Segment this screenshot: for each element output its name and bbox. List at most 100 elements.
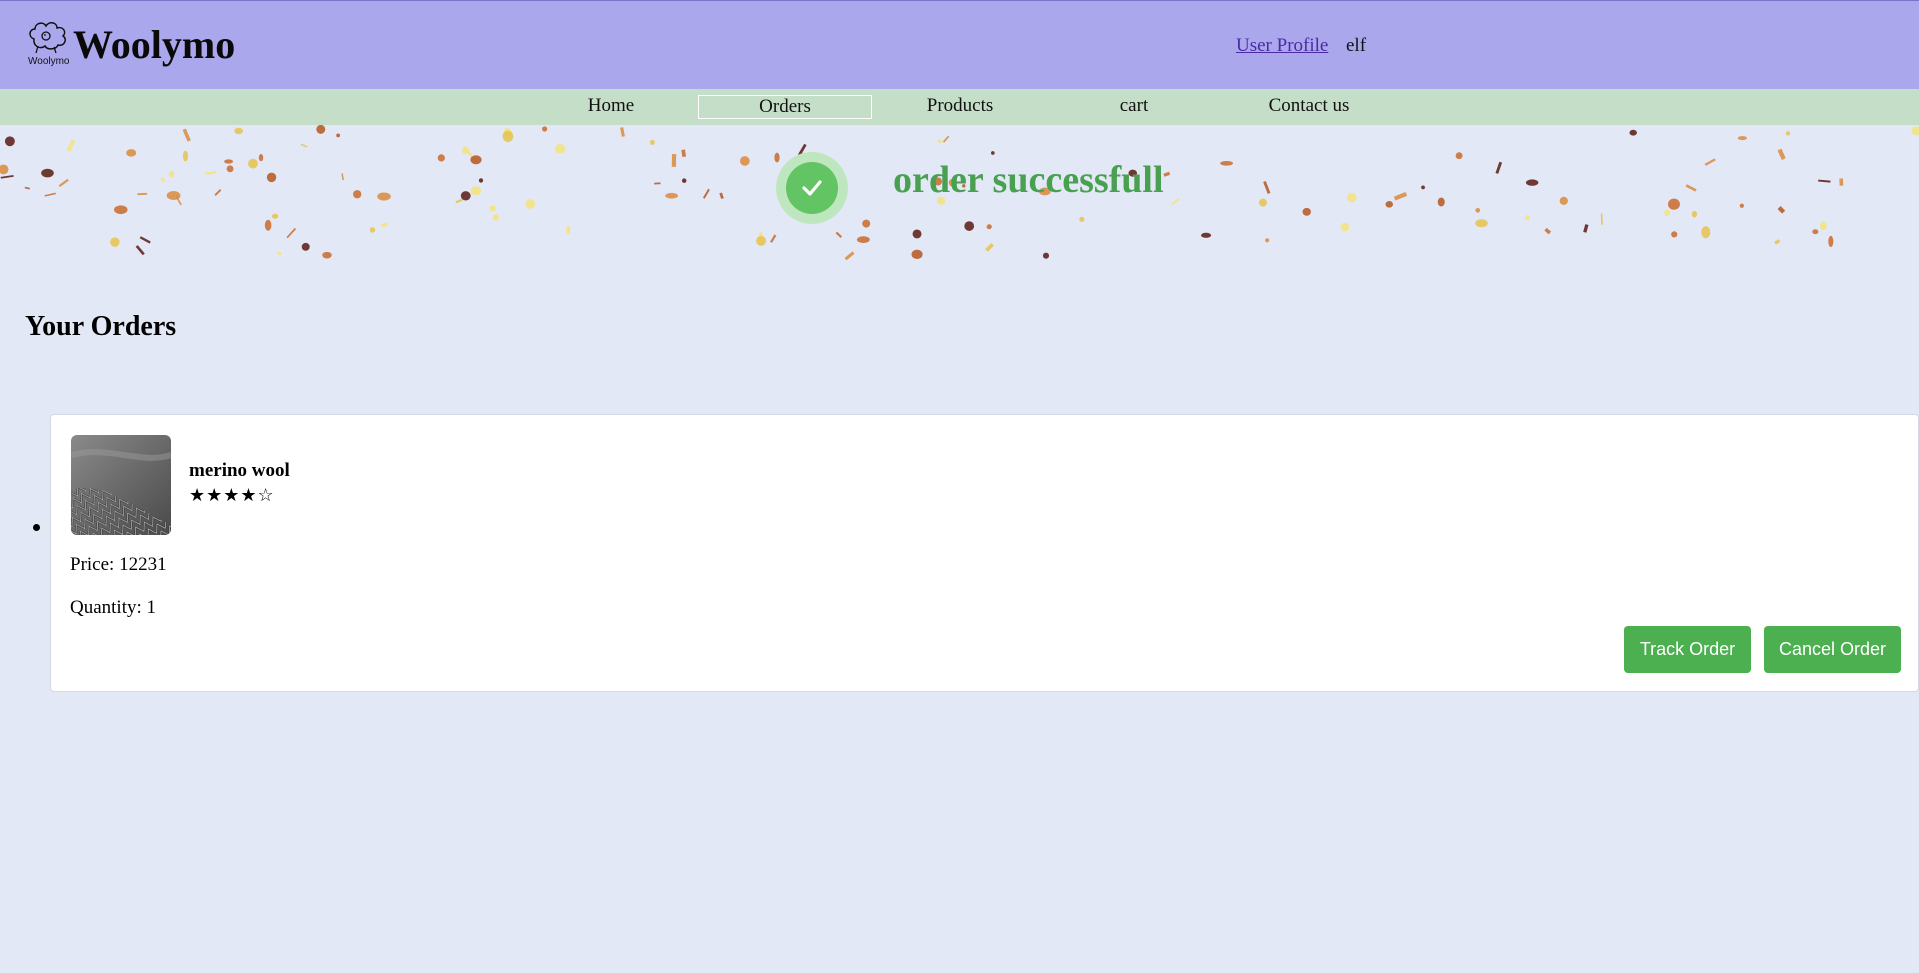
confetti-piece [1629, 129, 1637, 136]
confetti-piece [702, 188, 710, 199]
confetti-piece [377, 192, 391, 201]
sheep-logo-icon[interactable] [26, 19, 72, 55]
confetti-piece [58, 178, 69, 187]
confetti-piece [937, 139, 943, 144]
confetti-piece [862, 219, 871, 228]
user-profile-link[interactable]: User Profile [1236, 35, 1328, 57]
confetti-piece [266, 172, 277, 183]
confetti-piece [41, 168, 54, 178]
confetti-piece [1171, 198, 1180, 205]
confetti-piece [248, 158, 258, 169]
confetti-piece [542, 126, 548, 132]
confetti-piece [234, 127, 244, 135]
confetti-piece [525, 199, 536, 209]
confetti-piece [1583, 224, 1589, 233]
confetti-piece [986, 224, 992, 230]
confetti-piece [258, 154, 264, 162]
confetti-piece [478, 178, 484, 183]
confetti-piece [1839, 178, 1844, 186]
nav-contact-us[interactable]: Contact us [1222, 95, 1396, 119]
confetti-piece [770, 234, 777, 243]
nav-orders[interactable]: Orders [698, 95, 872, 119]
cancel-order-button[interactable]: Cancel Order [1764, 626, 1901, 673]
confetti-piece [139, 236, 151, 244]
confetti-piece [1475, 207, 1481, 213]
confetti-piece [286, 227, 297, 239]
confetti-piece [665, 192, 679, 199]
confetti-piece [671, 154, 677, 167]
nav-home[interactable]: Home [524, 95, 698, 119]
confetti-piece [1421, 185, 1425, 190]
confetti-piece [4, 136, 15, 147]
confetti-piece [182, 128, 191, 142]
confetti-piece [24, 186, 30, 190]
confetti-piece [1559, 196, 1568, 205]
confetti-piece [182, 150, 189, 162]
confetti-piece [1437, 197, 1445, 207]
confetti-piece [1704, 158, 1716, 166]
confetti-piece [1828, 235, 1834, 248]
confetti-piece [1691, 210, 1698, 218]
confetti-piece [1475, 219, 1488, 228]
confetti-piece [1668, 198, 1680, 210]
confetti-piece [1495, 161, 1503, 174]
confetti-piece [1774, 239, 1781, 245]
confetti-piece [985, 243, 994, 252]
confetti-piece [0, 175, 14, 179]
rating-stars: ★★★★☆ [189, 485, 275, 505]
confetti-piece [681, 178, 687, 183]
confetti-piece [160, 176, 166, 183]
confetti-piece [224, 159, 234, 164]
confetti-piece [492, 214, 499, 221]
confetti-piece [369, 227, 376, 233]
confetti-piece [316, 125, 326, 134]
confetti-piece [168, 170, 175, 178]
confetti-piece [336, 133, 341, 138]
confetti-piece [1737, 136, 1747, 141]
confetti-piece [1201, 232, 1212, 238]
nav-products[interactable]: Products [873, 95, 1047, 119]
confetti-piece [114, 205, 128, 215]
confetti-piece [271, 213, 279, 219]
confetti-piece [137, 192, 148, 196]
confetti-piece [214, 189, 222, 197]
confetti-piece [341, 173, 344, 181]
list-bullet [33, 524, 40, 531]
product-image[interactable] [71, 435, 171, 535]
confetti-piece [66, 139, 76, 152]
confetti-piece [1777, 148, 1786, 161]
confetti-piece [1739, 203, 1744, 208]
track-order-button[interactable]: Track Order [1624, 626, 1751, 673]
confetti-piece [1385, 201, 1394, 208]
confetti-piece [1544, 227, 1552, 235]
confetti-piece [0, 164, 9, 175]
confetti-piece [620, 127, 625, 137]
confetti-piece [1263, 180, 1271, 194]
page-title: Your Orders [25, 311, 177, 342]
confetti-piece [1220, 160, 1234, 166]
confetti-piece [942, 135, 950, 143]
confetti-piece [1347, 192, 1357, 203]
brand-name[interactable]: Woolymo [73, 21, 235, 69]
success-message: order successfull [893, 159, 1164, 201]
nav-cart[interactable]: cart [1047, 95, 1221, 119]
username: elf [1346, 35, 1367, 56]
confetti-piece [1525, 215, 1530, 221]
confetti-piece [1455, 152, 1463, 160]
confetti-piece [1911, 126, 1919, 136]
confetti-piece [460, 191, 471, 201]
confetti-piece [437, 154, 445, 162]
confetti-piece [300, 143, 308, 148]
confetti-piece [381, 222, 388, 228]
confetti-piece [264, 219, 272, 231]
confetti-piece [1302, 207, 1311, 216]
order-card: merino wool ★★★★☆ Price: 12231 Quantity:… [50, 414, 1919, 692]
confetti-piece [1819, 221, 1827, 231]
confetti-piece [1600, 213, 1603, 225]
confetti-piece [502, 130, 514, 143]
confetti-piece [964, 221, 975, 231]
confetti-piece [650, 139, 655, 146]
product-name: merino wool [189, 460, 290, 481]
confetti-piece [353, 190, 362, 199]
confetti-piece [835, 231, 843, 238]
